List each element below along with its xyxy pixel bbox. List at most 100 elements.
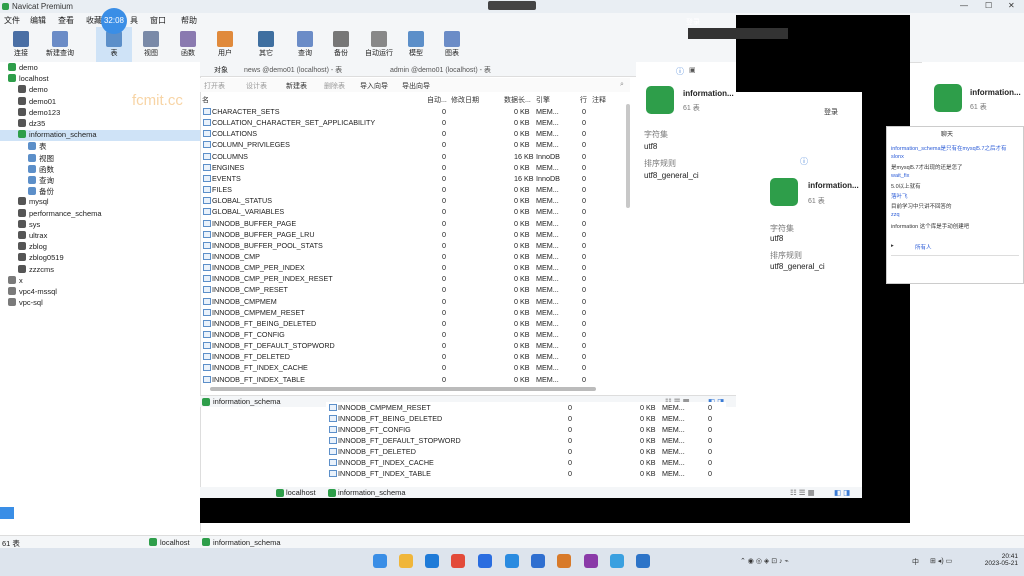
navicat-taskbar-icon[interactable]: [610, 554, 624, 568]
tree-item[interactable]: demo123: [0, 107, 200, 119]
other-button[interactable]: 其它: [248, 27, 284, 62]
table-row[interactable]: INNODB_FT_BEING_DELETED 0 0 KB MEM... 0: [326, 413, 726, 424]
menu-window[interactable]: 窗口: [150, 15, 166, 26]
table-row[interactable]: GLOBAL_VARIABLES 0 0 KB MEM... 0: [200, 206, 626, 217]
table-row[interactable]: INNODB_FT_INDEX_TABLE 0 0 KB MEM... 0: [200, 374, 626, 385]
table-row[interactable]: INNODB_BUFFER_POOL_STATS 0 0 KB MEM... 0: [200, 240, 626, 251]
chrome-icon[interactable]: [451, 554, 465, 568]
chat-recipient-select[interactable]: 所有人: [915, 243, 932, 251]
tree-item[interactable]: 函数: [0, 164, 200, 175]
col-auto[interactable]: 自动...: [427, 95, 447, 105]
tab-admin-table[interactable]: admin @demo01 (localhost) - 表: [390, 65, 491, 75]
table-row[interactable]: INNODB_CMP_PER_INDEX 0 0 KB MEM... 0: [200, 262, 626, 273]
col-name[interactable]: 名: [202, 95, 209, 105]
col-comment[interactable]: 注释: [592, 95, 606, 105]
table-row[interactable]: INNODB_CMP_PER_INDEX_RESET 0 0 KB MEM... 0: [200, 273, 626, 284]
info-icon[interactable]: ⓘ: [676, 66, 684, 77]
desktop-icon[interactable]: [0, 507, 14, 519]
user-button[interactable]: 用户: [207, 27, 243, 62]
tree-item[interactable]: sys: [0, 219, 200, 231]
remote-list-view-icon[interactable]: ☷ ☰ ▦: [790, 488, 815, 497]
table-row[interactable]: INNODB_CMPMEM_RESET 0 0 KB MEM... 0: [200, 307, 626, 318]
function-button[interactable]: 函数: [170, 27, 206, 62]
table-row[interactable]: INNODB_FT_DELETED 0 0 KB MEM... 0: [200, 351, 626, 362]
chart-button[interactable]: 图表: [434, 27, 470, 62]
remote-login-label[interactable]: 登录: [824, 107, 838, 117]
export-wizard-button[interactable]: 导出向导: [402, 81, 430, 91]
table-row[interactable]: EVENTS 0 16 KB InnoDB 0: [200, 173, 626, 184]
tree-item[interactable]: 视图: [0, 153, 200, 164]
app-icon-3[interactable]: [531, 554, 545, 568]
table-row[interactable]: INNODB_FT_DELETED 0 0 KB MEM... 0: [326, 446, 726, 457]
table-row[interactable]: INNODB_FT_DEFAULT_STOPWORD 0 0 KB MEM... 0: [326, 435, 726, 446]
table-row[interactable]: INNODB_FT_CONFIG 0 0 KB MEM... 0: [326, 424, 726, 435]
tree-item[interactable]: localhost: [0, 74, 200, 85]
vscode-icon[interactable]: [636, 554, 650, 568]
delete-table-button[interactable]: 删除表: [324, 81, 345, 91]
table-row[interactable]: INNODB_FT_INDEX_CACHE 0 0 KB MEM... 0: [326, 457, 726, 468]
remote-panel-toggle-icon[interactable]: ◧ ◨: [834, 488, 850, 497]
table-row[interactable]: INNODB_CMPMEM_RESET 0 0 KB MEM... 0: [326, 402, 726, 413]
tree-item[interactable]: dz35: [0, 119, 200, 130]
tray-system-icons[interactable]: ⊞ ◂) ▭: [930, 557, 952, 565]
tree-item[interactable]: zblog0519: [0, 253, 200, 264]
app-icon-5[interactable]: [584, 554, 598, 568]
table-row[interactable]: FILES 0 0 KB MEM... 0: [200, 184, 626, 195]
table-row[interactable]: CHARACTER_SETS 0 0 KB MEM... 0: [200, 106, 626, 117]
menu-help[interactable]: 帮助: [181, 15, 197, 26]
menu-tools[interactable]: 具: [130, 15, 138, 26]
model-button[interactable]: 模型: [398, 27, 434, 62]
start-icon[interactable]: [373, 554, 387, 568]
table-row[interactable]: COLUMN_PRIVILEGES 0 0 KB MEM... 0: [200, 139, 626, 150]
chat-input[interactable]: [891, 255, 1019, 276]
close-icon[interactable]: ✕: [1008, 1, 1015, 10]
ddl-icon[interactable]: ▣: [689, 66, 696, 74]
new-table-button[interactable]: 新建表: [286, 81, 307, 91]
table-row[interactable]: INNODB_FT_INDEX_TABLE 0 0 KB MEM... 0: [326, 468, 726, 478]
vertical-scrollbar[interactable]: [626, 104, 630, 208]
view-button[interactable]: 视图: [133, 27, 169, 62]
table-row[interactable]: INNODB_FT_BEING_DELETED 0 0 KB MEM... 0: [200, 318, 626, 329]
tree-item[interactable]: vpc4-mssql: [0, 287, 200, 298]
app-icon-1[interactable]: [478, 554, 492, 568]
tree-item[interactable]: zzzcms: [0, 264, 200, 276]
tree-item[interactable]: 查询: [0, 175, 200, 186]
col-engine[interactable]: 引擎: [536, 95, 550, 105]
screen-share-indicator[interactable]: [488, 1, 536, 10]
tree-item[interactable]: vpc-sql: [0, 298, 200, 309]
tray-icons[interactable]: ⌃ ◉ ◎ ◈ ⊡ ♪ ⌁: [740, 557, 789, 565]
table-row[interactable]: ENGINES 0 0 KB MEM... 0: [200, 162, 626, 173]
app-icon-2[interactable]: [505, 554, 519, 568]
table-row[interactable]: INNODB_FT_INDEX_CACHE 0 0 KB MEM... 0: [200, 362, 626, 373]
table-row[interactable]: INNODB_BUFFER_PAGE 0 0 KB MEM... 0: [200, 218, 626, 229]
table-row[interactable]: GLOBAL_STATUS 0 0 KB MEM... 0: [200, 195, 626, 206]
horizontal-scrollbar[interactable]: [210, 387, 596, 391]
new-query-button[interactable]: 新建查询: [42, 27, 78, 62]
import-wizard-button[interactable]: 导入向导: [360, 81, 388, 91]
table-row[interactable]: INNODB_CMPMEM 0 0 KB MEM... 0: [200, 296, 626, 307]
menu-edit[interactable]: 编辑: [30, 15, 46, 26]
menu-file[interactable]: 文件: [4, 15, 20, 26]
col-size[interactable]: 数据长...: [504, 95, 531, 105]
tree-item[interactable]: information_schema: [0, 130, 200, 142]
tree-item[interactable]: performance_schema: [0, 208, 200, 220]
app-icon-4[interactable]: [557, 554, 571, 568]
remote-info-icon[interactable]: ⓘ: [800, 156, 808, 167]
table-row[interactable]: COLLATIONS 0 0 KB MEM... 0: [200, 128, 626, 139]
backup-button[interactable]: 备份: [323, 27, 359, 62]
table-row[interactable]: INNODB_CMP_RESET 0 0 KB MEM... 0: [200, 284, 626, 295]
menu-view[interactable]: 查看: [58, 15, 74, 26]
tree-item[interactable]: demo: [0, 63, 200, 74]
table-row[interactable]: COLLATION_CHARACTER_SET_APPLICABILITY 0 0 …: [200, 117, 626, 128]
maximize-icon[interactable]: ☐: [985, 1, 992, 10]
tree-item[interactable]: ultrax: [0, 231, 200, 242]
tree-item[interactable]: x: [0, 275, 200, 287]
connect-button[interactable]: 连接: [3, 27, 39, 62]
search-icon[interactable]: ⌕: [620, 81, 624, 89]
table-row[interactable]: INNODB_FT_CONFIG 0 0 KB MEM... 0: [200, 329, 626, 340]
table-row[interactable]: INNODB_BUFFER_PAGE_LRU 0 0 KB MEM... 0: [200, 229, 626, 240]
query-button[interactable]: 查询: [287, 27, 323, 62]
tree-item[interactable]: 表: [0, 141, 200, 152]
tree-item[interactable]: zblog: [0, 242, 200, 253]
minimize-icon[interactable]: —: [960, 1, 968, 10]
